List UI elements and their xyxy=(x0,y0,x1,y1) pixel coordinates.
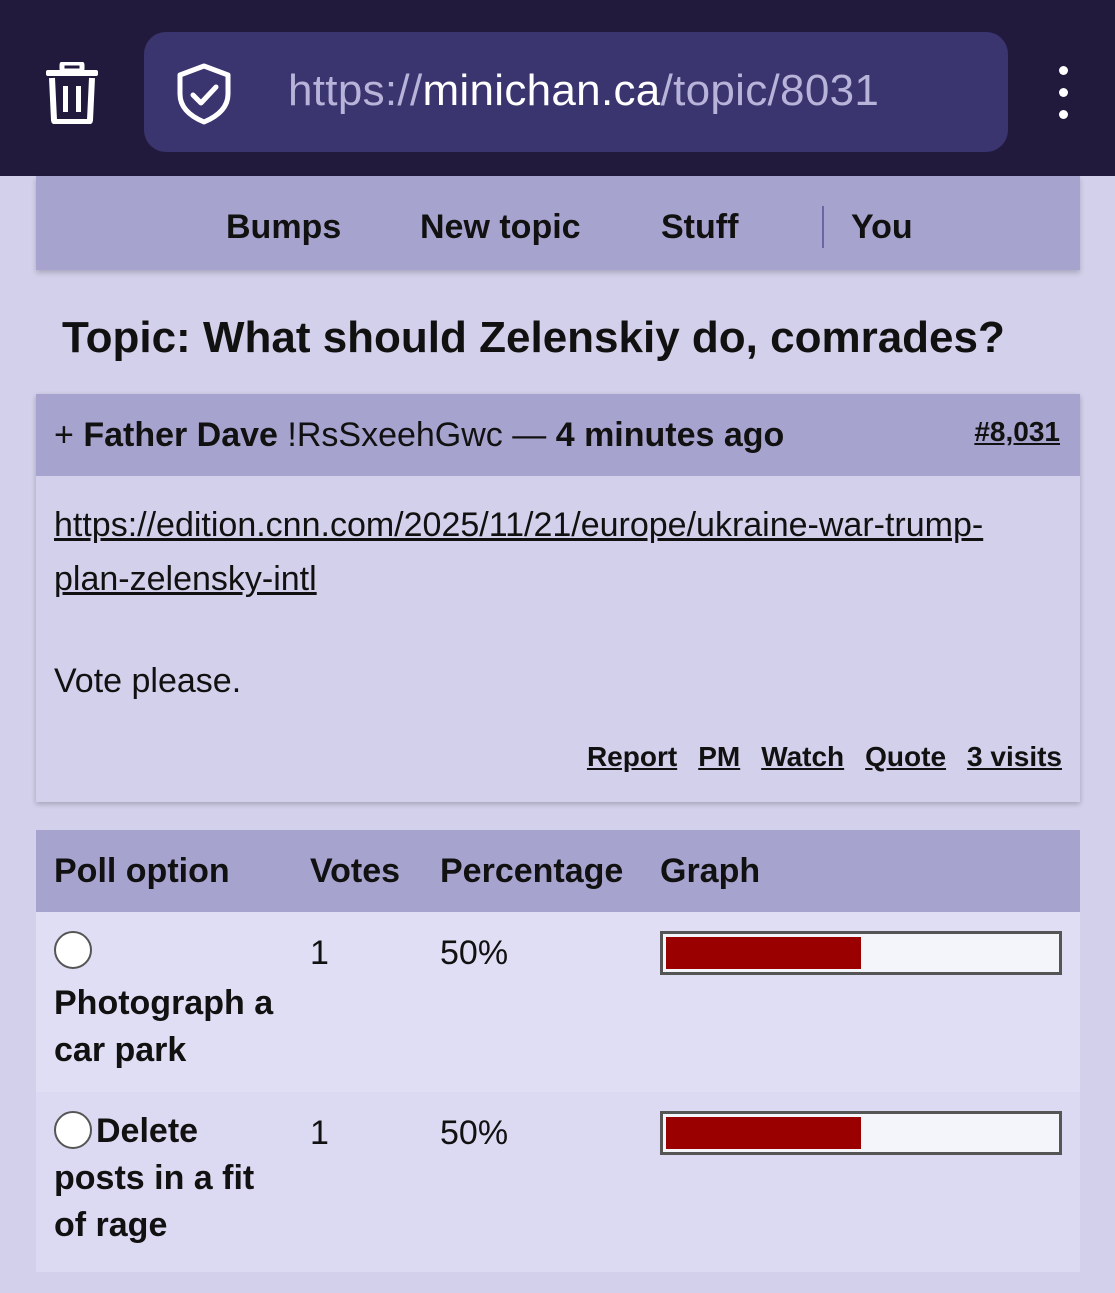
post-link[interactable]: https://edition.cnn.com/2025/11/21/europ… xyxy=(54,498,1034,606)
browser-toolbar: https://minichan.ca/topic/8031 xyxy=(0,0,1115,176)
quote-link[interactable]: Quote xyxy=(865,741,946,772)
post-header: + Father Dave !RsSxeehGwc — 4 minutes ag… xyxy=(36,394,1080,476)
poll-option-label[interactable]: Delete posts in a fit of rage xyxy=(54,1108,294,1249)
nav-stuff[interactable]: Stuff xyxy=(661,208,738,247)
poll-votes: 1 xyxy=(310,934,329,972)
post-meta-dash: — xyxy=(502,416,556,454)
report-link[interactable]: Report xyxy=(587,741,677,772)
post-actions: Report PM Watch Quote 3 visits xyxy=(566,741,1062,773)
post-time: 4 minutes ago xyxy=(555,416,785,454)
url-text[interactable]: https://minichan.ca/topic/8031 xyxy=(288,66,879,116)
poll-votes: 1 xyxy=(310,1114,329,1152)
page-title: Topic: What should Zelenskiy do, comrade… xyxy=(62,313,1005,362)
post-body: Vote please. xyxy=(54,662,242,700)
site-nav: Bumps New topic Stuff You xyxy=(36,176,1080,270)
poll-graph xyxy=(660,1111,1062,1155)
poll-table: Poll option Votes Percentage Graph Photo… xyxy=(36,830,1080,1272)
watch-link[interactable]: Watch xyxy=(761,741,844,772)
poll-header-row: Poll option Votes Percentage Graph xyxy=(36,830,1080,912)
nav-you[interactable]: You xyxy=(851,208,913,247)
url-scheme: https:// xyxy=(288,66,423,115)
post: + Father Dave !RsSxeehGwc — 4 minutes ag… xyxy=(36,394,1080,802)
nav-divider xyxy=(822,206,824,248)
poll-header-votes: Votes xyxy=(310,852,401,890)
post-tripcode: !RsSxeehGwc xyxy=(277,416,503,454)
kebab-menu-icon[interactable] xyxy=(1052,66,1074,120)
poll-row: Photograph a car park 1 50% xyxy=(36,912,1080,1092)
poll-header-option: Poll option xyxy=(54,852,230,890)
post-author: Father Dave xyxy=(83,416,278,454)
visits-link[interactable]: 3 visits xyxy=(967,741,1062,772)
poll-percentage: 50% xyxy=(440,934,509,972)
poll-header-percentage: Percentage xyxy=(440,852,624,890)
nav-new-topic[interactable]: New topic xyxy=(420,208,581,247)
post-expand-toggle[interactable]: + xyxy=(54,416,83,454)
post-number-link[interactable]: #8,031 xyxy=(974,416,1060,448)
trash-icon[interactable] xyxy=(44,60,100,125)
shield-check-icon[interactable] xyxy=(174,62,234,126)
poll-row: Delete posts in a fit of rage 1 50% xyxy=(36,1092,1080,1272)
poll-option-label[interactable]: Photograph a car park xyxy=(54,980,294,1074)
poll-percentage: 50% xyxy=(440,1114,509,1152)
poll-graph-fill xyxy=(666,1117,861,1149)
poll-option-radio[interactable] xyxy=(54,931,92,969)
post-meta: + Father Dave !RsSxeehGwc — 4 minutes ag… xyxy=(54,416,784,455)
poll-graph-fill xyxy=(666,937,861,969)
poll-header-graph: Graph xyxy=(660,852,761,890)
poll-graph xyxy=(660,931,1062,975)
url-bar[interactable]: https://minichan.ca/topic/8031 xyxy=(144,32,1008,152)
pm-link[interactable]: PM xyxy=(698,741,740,772)
nav-bumps[interactable]: Bumps xyxy=(226,208,341,247)
url-path: /topic/8031 xyxy=(660,66,880,115)
url-host: minichan.ca xyxy=(422,66,661,115)
